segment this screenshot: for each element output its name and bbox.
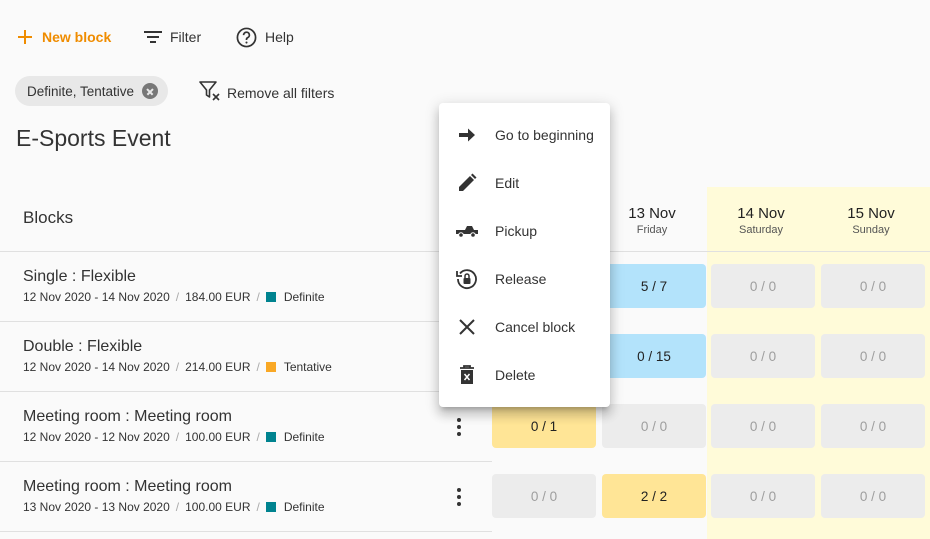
allocation-cell[interactable]: 0 / 1 [492,404,596,448]
separator: / [256,500,260,514]
arrow-right-icon [439,127,495,143]
block-price: 214.00 EUR [185,360,251,374]
allocation-cell[interactable]: 0 / 0 [711,474,815,518]
separator: / [175,500,180,514]
remove-all-filters-button[interactable]: Remove all filters [199,80,334,105]
trash-icon [439,365,495,385]
help-label: Help [265,29,294,45]
day-header-13-nov: 13 Nov Friday [600,205,704,236]
allocation-cell[interactable]: 0 / 15 [602,334,706,378]
filter-lines-icon [144,30,162,44]
plus-icon [16,28,34,46]
status-color-swatch [265,502,276,512]
filter-button[interactable]: Filter [144,24,201,50]
status-filter-chip[interactable]: Definite, Tentative [15,76,169,106]
row-divider [0,321,492,322]
menu-item-label: Go to beginning [495,127,594,143]
day-header-14-nov: 14 Nov Saturday [709,205,813,236]
allocation-cell[interactable]: 0 / 0 [821,404,925,448]
row-divider [0,461,492,462]
block-row-details: 12 Nov 2020 - 14 Nov 2020 / 184.00 EUR /… [23,290,325,304]
blocks-column-header: Blocks [23,208,74,227]
block-dates: 12 Nov 2020 - 14 Nov 2020 [23,290,170,304]
day-weekday: Friday [636,224,668,236]
block-price: 100.00 EUR [185,430,251,444]
filter-remove-icon [199,80,221,105]
new-block-label: New block [42,29,112,45]
chip-remove-icon[interactable] [142,83,159,99]
allocation-cell[interactable]: 0 / 0 [821,474,925,518]
block-row-name[interactable]: Single : Flexible [23,268,136,286]
day-date: 13 Nov [628,205,676,222]
block-row-details: 12 Nov 2020 - 12 Nov 2020 / 100.00 EUR /… [23,430,325,444]
day-date: 14 Nov [737,205,785,222]
day-weekday: Sunday [852,224,890,236]
block-context-menu: Go to beginning Edit Pickup Release Canc… [439,103,610,407]
allocation-cell[interactable]: 0 / 0 [492,474,596,518]
row-more-menu-button[interactable] [448,486,470,508]
separator: / [175,430,180,444]
row-more-menu-button[interactable] [448,416,470,438]
block-row-details: 13 Nov 2020 - 13 Nov 2020 / 100.00 EUR /… [23,500,325,514]
close-icon [439,319,495,335]
menu-item-delete[interactable]: Delete [439,351,610,399]
pickup-truck-icon [439,224,495,238]
chip-label: Definite, Tentative [27,83,135,99]
day-weekday: Saturday [738,224,784,236]
release-lock-icon [439,268,495,290]
remove-all-filters-label: Remove all filters [227,84,335,101]
separator: / [256,290,260,304]
menu-item-label: Cancel block [495,319,576,335]
separator: / [256,430,260,444]
separator: / [175,360,180,374]
block-dates: 13 Nov 2020 - 13 Nov 2020 [23,500,170,514]
separator: / [175,290,180,304]
help-icon [236,27,257,48]
block-dates: 12 Nov 2020 - 12 Nov 2020 [23,430,170,444]
new-block-button[interactable]: New block [16,24,111,50]
status-color-swatch [265,292,276,302]
menu-item-label: Delete [495,367,536,383]
block-dates: 12 Nov 2020 - 14 Nov 2020 [23,360,170,374]
status-label: Definite [283,500,325,514]
menu-item-cancel-block[interactable]: Cancel block [439,303,610,351]
status-label: Definite [283,430,325,444]
toolbar: New block Filter Help [0,0,930,72]
menu-item-label: Edit [495,175,520,191]
menu-item-release[interactable]: Release [439,255,610,303]
day-header-15-nov: 15 Nov Sunday [819,205,923,236]
day-date: 15 Nov [847,205,895,222]
block-row-name[interactable]: Double : Flexible [23,338,142,356]
menu-item-label: Release [495,271,547,287]
pencil-icon [439,173,495,193]
allocation-cell[interactable]: 5 / 7 [602,264,706,308]
menu-item-go-to-beginning[interactable]: Go to beginning [439,111,610,159]
allocation-cell[interactable]: 0 / 0 [602,404,706,448]
menu-item-pickup[interactable]: Pickup [439,207,610,255]
menu-item-edit[interactable]: Edit [439,159,610,207]
status-label: Tentative [283,360,332,374]
allocation-cell[interactable]: 2 / 2 [602,474,706,518]
allocation-cell[interactable]: 0 / 0 [711,404,815,448]
row-divider [0,531,492,532]
filter-label: Filter [170,29,202,45]
help-button[interactable]: Help [236,24,294,50]
block-price: 184.00 EUR [185,290,251,304]
allocation-cell[interactable]: 0 / 0 [711,334,815,378]
block-row-details: 12 Nov 2020 - 14 Nov 2020 / 214.00 EUR /… [23,360,332,374]
allocation-cell[interactable]: 0 / 0 [821,264,925,308]
allocation-cell[interactable]: 0 / 0 [711,264,815,308]
block-price: 100.00 EUR [185,500,251,514]
allocation-cell[interactable]: 0 / 0 [821,334,925,378]
status-color-swatch [265,432,276,442]
status-color-swatch [265,362,276,372]
status-label: Definite [283,290,325,304]
separator: / [256,360,260,374]
menu-item-label: Pickup [495,223,538,239]
row-divider [0,391,492,392]
block-row-name[interactable]: Meeting room : Meeting room [23,478,232,496]
block-row-name[interactable]: Meeting room : Meeting room [23,408,232,426]
page-title: E-Sports Event [16,125,171,151]
